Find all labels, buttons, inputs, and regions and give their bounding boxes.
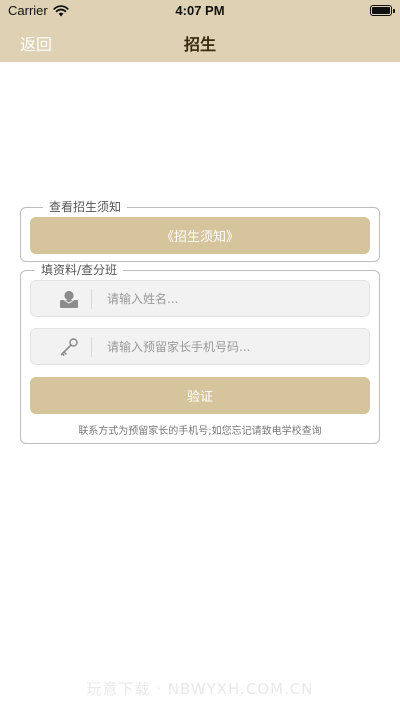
parent-phone-input[interactable]	[107, 329, 357, 364]
page-title: 招生	[183, 35, 216, 54]
form-section: 填资料/查分班 验证 联系方式为预留家长的手机号;如您忘记请致电学校查询	[20, 262, 380, 444]
key-icon	[60, 338, 78, 356]
name-input-row[interactable]	[30, 280, 370, 317]
battery-fill	[372, 7, 390, 14]
notice-section: 查看招生须知 《招生须知》	[20, 199, 380, 262]
user-icon	[60, 290, 78, 308]
contact-footnote: 联系方式为预留家长的手机号;如您忘记请致电学校查询	[78, 426, 322, 437]
verify-button[interactable]: 验证	[30, 377, 370, 414]
battery-tip	[393, 9, 395, 13]
input-divider	[91, 337, 92, 357]
status-bar: Carrier 4:07 PM	[0, 0, 400, 22]
watermark: 玩意下载 · NBWYXH.COM.CN	[86, 680, 314, 698]
nav-bar: 返回 招生	[0, 22, 400, 62]
name-input[interactable]	[107, 281, 357, 316]
input-divider	[91, 289, 92, 309]
notice-section-legend: 查看招生须知	[43, 199, 128, 215]
status-time: 4:07 PM	[175, 3, 225, 18]
form-section-legend: 填资料/查分班	[35, 262, 124, 278]
battery-icon	[370, 5, 395, 16]
phone-input-row[interactable]	[30, 328, 370, 365]
enrollment-notice-button[interactable]: 《招生须知》	[30, 217, 370, 254]
